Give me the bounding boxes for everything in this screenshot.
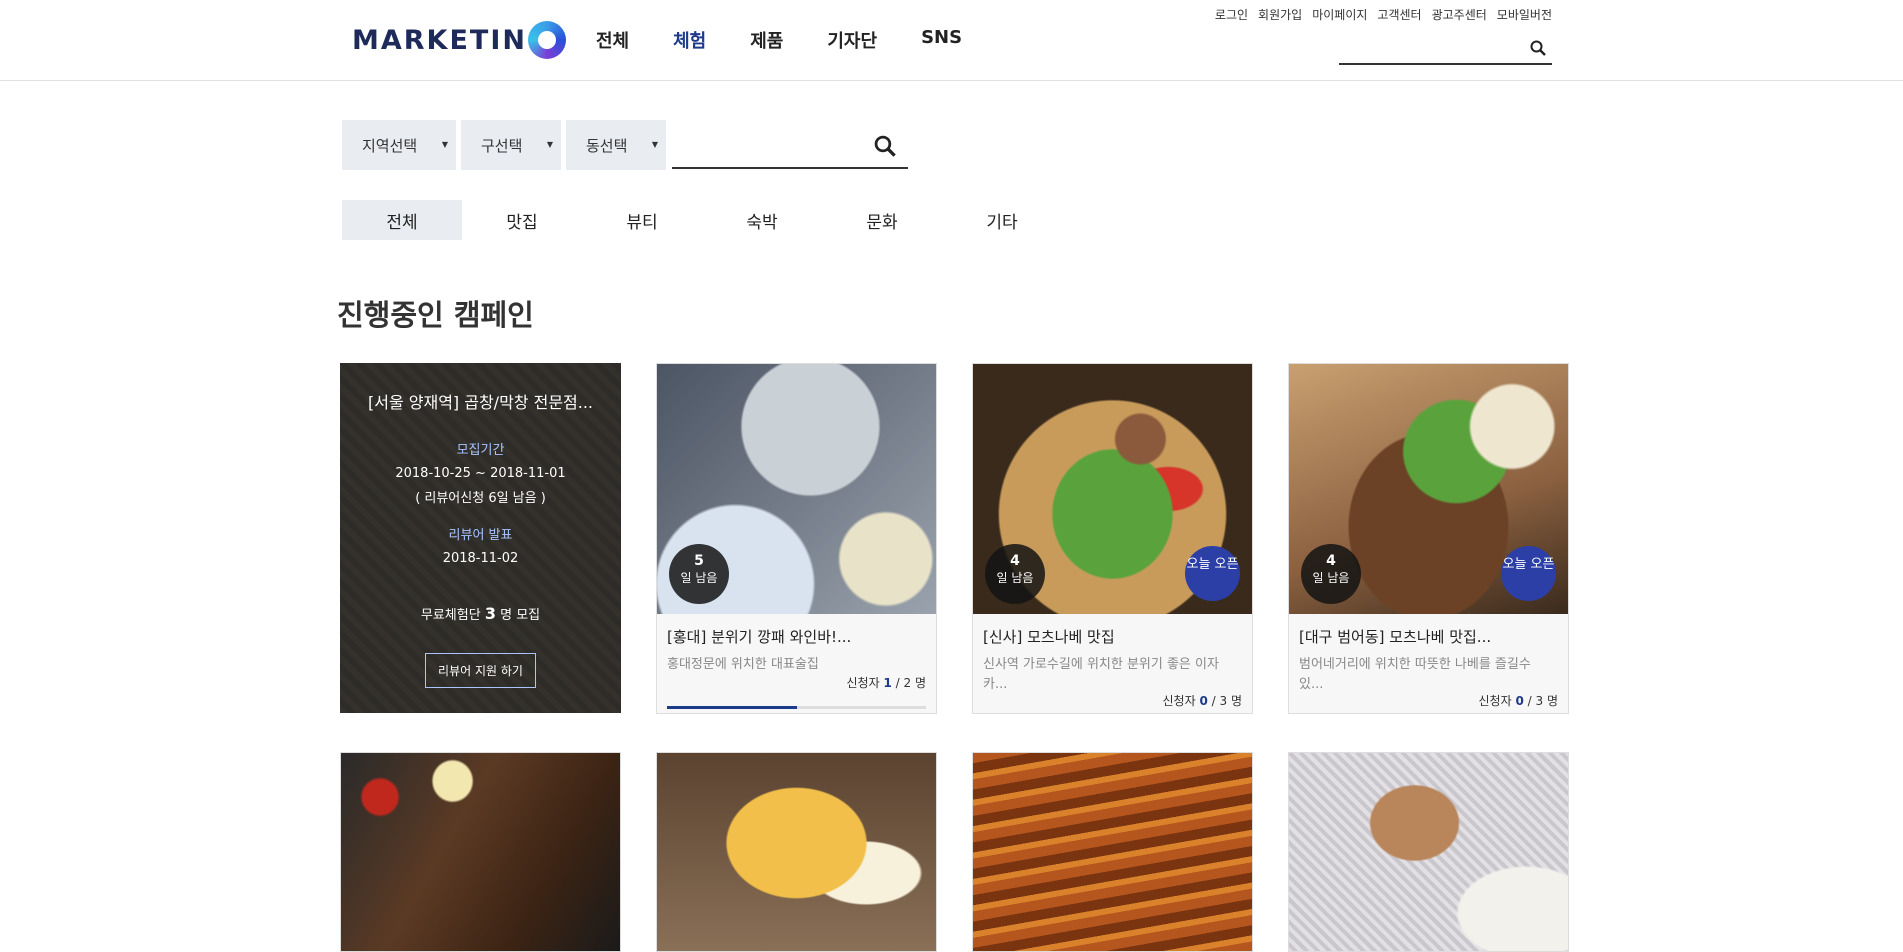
nav-reporters[interactable]: 기자단 <box>827 27 877 53</box>
applicant-progress-fill <box>667 706 797 709</box>
nav-sns[interactable]: SNS <box>921 27 962 53</box>
card-title: [홍대] 분위기 깡패 와인바!... <box>667 628 852 646</box>
card-desc: 범어네거리에 위치한 따뜻한 나베를 즐길수 있... <box>1299 657 1531 692</box>
campaign-card[interactable] <box>656 752 937 952</box>
region-select[interactable]: 지역선택 <box>342 120 456 170</box>
days-left-number: 4 <box>1010 553 1020 569</box>
tab-beauty[interactable]: 뷰티 <box>582 200 702 240</box>
tab-lodging[interactable]: 숙박 <box>702 200 822 240</box>
logo-text: MARKETIN <box>352 24 527 56</box>
announce-label: 리뷰어 발표 <box>448 528 513 543</box>
tab-culture[interactable]: 문화 <box>822 200 942 240</box>
days-left-badge: 4 일 남음 <box>1301 544 1361 604</box>
campaign-card[interactable]: 4 일 남음 오늘 오픈 [신사] 모츠나베 맛집 신사역 가로수길에 위치한 … <box>972 363 1253 714</box>
applicant-total: / 2 명 <box>895 676 926 690</box>
applicant-count: 신청자 0 / 3 명 <box>1163 692 1243 709</box>
days-left-number: 4 <box>1326 553 1336 569</box>
applicant-number: 0 <box>1199 694 1208 708</box>
mypage-link[interactable]: 마이페이지 <box>1312 6 1367 23</box>
open-today-badge: 오늘 오픈 <box>1501 546 1556 601</box>
card-title: [신사] 모츠나베 맛집 <box>983 628 1115 646</box>
applicant-count: 신청자 1 / 2 명 <box>847 674 927 691</box>
signup-link[interactable]: 회원가입 <box>1258 6 1302 23</box>
tab-all[interactable]: 전체 <box>342 200 462 240</box>
applicant-number: 0 <box>1515 694 1524 708</box>
announce-date: 2018-11-02 <box>442 551 519 566</box>
site-header: MARKETIN 전체 체험 제품 기자단 SNS 로그인 회원가입 마이페이지… <box>0 0 1903 81</box>
nav-all[interactable]: 전체 <box>596 27 629 53</box>
district-select[interactable]: 구선택 <box>461 120 561 170</box>
card-info: [홍대] 분위기 깡패 와인바!... 홍대정문에 위치한 대표술집 신청자 1… <box>657 614 936 713</box>
recruit-prefix: 무료체험단 <box>420 608 481 623</box>
days-left-unit: 일 남음 <box>680 571 718 585</box>
campaign-card[interactable] <box>1288 752 1569 952</box>
campaign-image <box>341 753 620 951</box>
remain-text: ( 리뷰어신청 6일 남음 ) <box>415 491 546 506</box>
applicant-number: 1 <box>883 676 892 690</box>
header-search-input[interactable] <box>1339 36 1552 65</box>
card-desc: 신사역 가로수길에 위치한 분위기 좋은 이자카... <box>983 657 1219 692</box>
nav-product[interactable]: 제품 <box>750 27 783 53</box>
card-title: [대구 범어동] 모츠나베 맛집... <box>1299 628 1492 646</box>
applicant-progress <box>667 706 926 709</box>
applicant-label: 신청자 <box>846 676 880 690</box>
campaign-card[interactable]: 5 일 남음 [홍대] 분위기 깡패 와인바!... 홍대정문에 위치한 대표술… <box>656 363 937 714</box>
campaign-image <box>657 753 936 951</box>
logo[interactable]: MARKETIN <box>352 20 566 60</box>
days-left-unit: 일 남음 <box>996 571 1034 585</box>
customer-center-link[interactable]: 고객센터 <box>1377 6 1421 23</box>
days-left-number: 5 <box>694 553 704 569</box>
period-label: 모집기간 <box>456 443 505 458</box>
days-left-badge: 5 일 남음 <box>669 544 729 604</box>
search-icon[interactable] <box>874 135 896 161</box>
days-left-badge: 4 일 남음 <box>985 544 1045 604</box>
campaign-search-input[interactable] <box>672 131 908 169</box>
card-info: [대구 범어동] 모츠나베 맛집... 범어네거리에 위치한 따뜻한 나베를 즐… <box>1289 614 1568 713</box>
recruit-info: 무료체험단 3 명 모집 <box>340 604 621 623</box>
logo-o-icon <box>527 21 566 59</box>
mobile-version-link[interactable]: 모바일버전 <box>1497 6 1552 23</box>
campaign-card[interactable] <box>340 752 621 952</box>
category-tabs: 전체 맛집 뷰티 숙박 문화 기타 <box>342 200 1062 240</box>
util-links: 로그인 회원가입 마이페이지 고객센터 광고주센터 모바일버전 <box>1205 6 1552 23</box>
tab-etc[interactable]: 기타 <box>942 200 1062 240</box>
applicant-count: 신청자 0 / 3 명 <box>1479 692 1559 709</box>
period-value: 2018-10-25 ~ 2018-11-01 <box>395 466 566 481</box>
campaign-card[interactable]: 4 일 남음 오늘 오픈 [대구 범어동] 모츠나베 맛집... 범어네거리에 … <box>1288 363 1569 714</box>
nav-experience[interactable]: 체험 <box>673 27 706 53</box>
campaign-image <box>973 753 1252 951</box>
region-filter: 지역선택 구선택 동선택 <box>342 120 908 170</box>
recruit-count: 3 <box>484 604 496 623</box>
recruit-suffix: 명 모집 <box>500 608 541 623</box>
advertiser-center-link[interactable]: 광고주센터 <box>1432 6 1487 23</box>
tab-restaurant[interactable]: 맛집 <box>462 200 582 240</box>
campaign-image <box>1289 753 1568 951</box>
open-today-badge: 오늘 오픈 <box>1185 546 1240 601</box>
applicant-total: / 3 명 <box>1211 694 1242 708</box>
featured-campaign-card[interactable]: [서울 양재역] 곱창/막창 전문점... 모집기간 2018-10-25 ~ … <box>340 363 621 713</box>
search-icon[interactable] <box>1530 40 1546 60</box>
applicant-label: 신청자 <box>1162 694 1196 708</box>
days-left-unit: 일 남음 <box>1312 571 1350 585</box>
card-info: [신사] 모츠나베 맛집 신사역 가로수길에 위치한 분위기 좋은 이자카...… <box>973 614 1252 713</box>
campaign-card[interactable] <box>972 752 1253 952</box>
apply-reviewer-button[interactable]: 리뷰어 지원 하기 <box>425 653 536 688</box>
login-link[interactable]: 로그인 <box>1215 6 1248 23</box>
featured-title: [서울 양재역] 곱창/막창 전문점... <box>367 393 594 412</box>
applicant-total: / 3 명 <box>1527 694 1558 708</box>
main-nav: 전체 체험 제품 기자단 SNS <box>596 27 1006 53</box>
dong-select[interactable]: 동선택 <box>566 120 666 170</box>
section-title: 진행중인 캠페인 <box>337 298 534 332</box>
applicant-label: 신청자 <box>1478 694 1512 708</box>
card-desc: 홍대정문에 위치한 대표술집 <box>667 657 819 672</box>
